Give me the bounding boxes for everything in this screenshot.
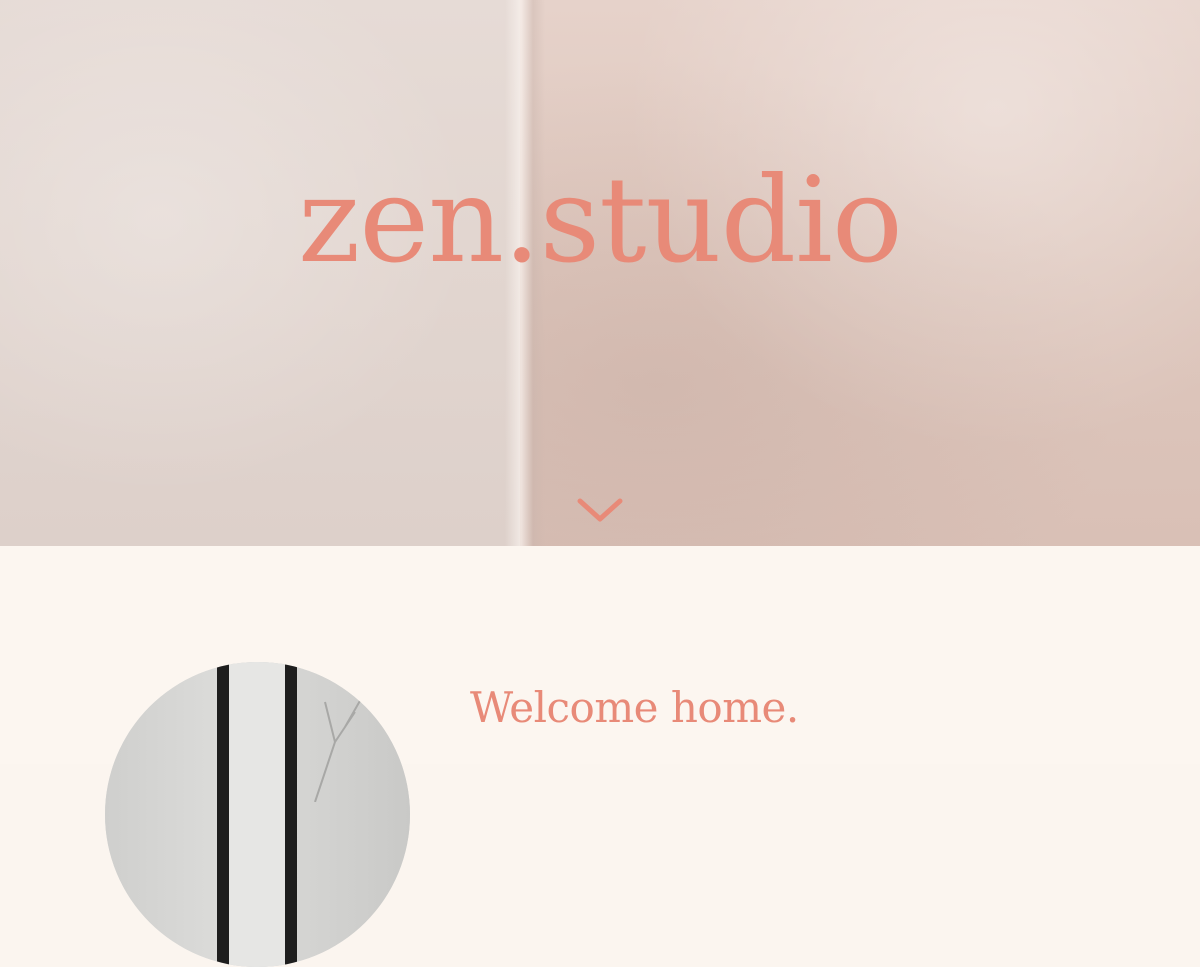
studio-photo bbox=[105, 662, 410, 967]
scroll-down-button[interactable] bbox=[575, 490, 625, 530]
brand-title: zen.studio bbox=[298, 151, 903, 289]
welcome-heading: Welcome home. bbox=[470, 683, 799, 732]
chevron-down-icon bbox=[577, 498, 623, 522]
hero-section: zen.studio bbox=[0, 0, 1200, 546]
welcome-section: Welcome home. bbox=[0, 546, 1200, 967]
